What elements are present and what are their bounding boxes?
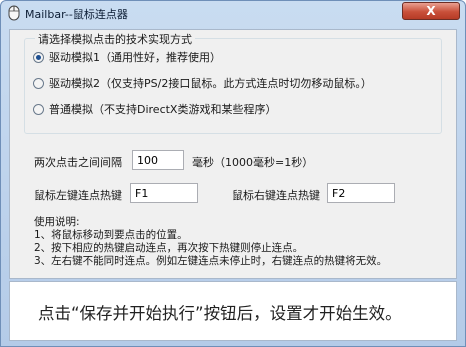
close-icon: X [426,4,436,18]
right-hotkey-label: 鼠标右键连点热键 [232,189,320,202]
status-panel: 点击“保存并开始执行”按钮后，设置才开始生效。 [9,281,457,341]
mouse-icon [7,5,21,21]
radio-normal-sim[interactable] [33,103,44,115]
left-hotkey-label: 鼠标左键连点热键 [34,189,122,202]
tech-method-group: 请选择模拟点击的技术实现方式 驱动模拟1（通用性好，推荐使用） 驱动模拟2（仅支… [24,31,442,134]
option-driver-sim-2[interactable]: 驱动模拟2（仅支持PS/2接口鼠标。此方式连点时切勿移动鼠标。） [33,75,372,91]
help-line: 3、左右键不能同时连点。例如左键连点未停止时，右键连点的热键将无效。 [34,255,388,267]
settings-panel: 请选择模拟点击的技术实现方式 驱动模拟1（通用性好，推荐使用） 驱动模拟2（仅支… [9,29,457,279]
option-label: 驱动模拟1（通用性好，推荐使用） [49,51,221,64]
window-title: Mailbar--鼠标连点器 [25,8,128,21]
title-bar[interactable]: Mailbar--鼠标连点器 X [1,1,465,25]
option-driver-sim-1[interactable]: 驱动模拟1（通用性好，推荐使用） [33,49,221,65]
option-normal-sim[interactable]: 普通模拟（不支持DirectX类游戏和某些程序） [33,101,276,117]
option-label: 驱动模拟2（仅支持PS/2接口鼠标。此方式连点时切勿移动鼠标。） [49,77,372,90]
help-line: 2、按下相应的热键启动连点，再次按下热键则停止连点。 [34,242,304,254]
interval-label: 两次点击之间间隔 [34,156,122,169]
right-hotkey-input[interactable] [327,183,395,203]
radio-driver-sim-1[interactable] [33,51,44,63]
group-title: 请选择模拟点击的技术实现方式 [35,31,195,47]
close-button[interactable]: X [402,2,460,20]
option-label: 普通模拟（不支持DirectX类游戏和某些程序） [49,103,277,116]
help-title: 使用说明: [34,216,80,228]
status-message: 点击“保存并开始执行”按钮后，设置才开始生效。 [38,304,402,323]
usage-instructions: 使用说明: 1、将鼠标移动到要点击的位置。 2、按下相应的热键启动连点，再次按下… [34,216,387,268]
help-line: 1、将鼠标移动到要点击的位置。 [34,229,188,241]
interval-input[interactable] [132,150,184,170]
left-hotkey-input[interactable] [130,183,198,203]
app-window: Mailbar--鼠标连点器 X 请选择模拟点击的技术实现方式 驱动模拟1（通用… [0,0,466,347]
interval-unit: 毫秒（1000毫秒=1秒） [192,156,314,169]
radio-driver-sim-2[interactable] [33,77,44,89]
